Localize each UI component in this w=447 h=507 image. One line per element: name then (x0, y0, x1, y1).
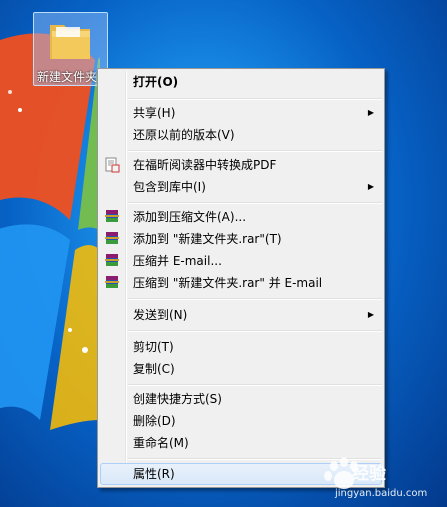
menu-item-add-rar[interactable]: 添加到 "新建文件夹.rar"(T) (100, 228, 382, 250)
desktop: 新建文件夹 打开(O) 共享(H) ▶ 还原以前的版本(V) 在福昕阅读器中转换… (0, 0, 447, 507)
watermark-url: jingyan.baidu.com (335, 488, 428, 499)
folder-icon (50, 25, 90, 59)
winrar-icon (105, 276, 119, 288)
context-menu: 打开(O) 共享(H) ▶ 还原以前的版本(V) 在福昕阅读器中转换成PDF 包… (97, 68, 385, 488)
menu-item-convert-pdf[interactable]: 在福昕阅读器中转换成PDF (100, 154, 382, 176)
menu-item-send-to[interactable]: 发送到(N) ▶ (100, 304, 382, 326)
menu-item-restore-versions[interactable]: 还原以前的版本(V) (100, 124, 382, 146)
pdf-convert-icon (105, 157, 120, 173)
menu-item-compress-email[interactable]: 压缩并 E-mail... (100, 250, 382, 272)
menu-item-compress-rar-email[interactable]: 压缩到 "新建文件夹.rar" 并 E-mail (100, 272, 382, 294)
menu-item-rename[interactable]: 重命名(M) (100, 432, 382, 454)
menu-item-add-archive[interactable]: 添加到压缩文件(A)... (100, 206, 382, 228)
menu-item-share[interactable]: 共享(H) ▶ (100, 102, 382, 124)
winrar-icon (105, 232, 119, 244)
folder-label: 新建文件夹 (37, 70, 98, 84)
menu-item-copy[interactable]: 复制(C) (100, 358, 382, 380)
winrar-icon (105, 254, 119, 266)
menu-item-create-shortcut[interactable]: 创建快捷方式(S) (100, 388, 382, 410)
submenu-arrow-icon: ▶ (367, 310, 374, 319)
menu-separator (128, 202, 382, 204)
winrar-icon (105, 210, 119, 222)
menu-separator (128, 384, 382, 386)
submenu-arrow-icon: ▶ (367, 108, 374, 117)
watermark-text: 经验 (352, 464, 386, 484)
submenu-arrow-icon: ▶ (367, 182, 374, 191)
menu-item-include-library[interactable]: 包含到库中(I) ▶ (100, 176, 382, 198)
menu-item-cut[interactable]: 剪切(T) (100, 336, 382, 358)
menu-item-delete[interactable]: 删除(D) (100, 410, 382, 432)
menu-separator (128, 98, 382, 100)
menu-item-open[interactable]: 打开(O) (100, 71, 382, 93)
menu-separator (128, 150, 382, 152)
menu-separator (128, 298, 382, 300)
menu-separator (128, 330, 382, 332)
